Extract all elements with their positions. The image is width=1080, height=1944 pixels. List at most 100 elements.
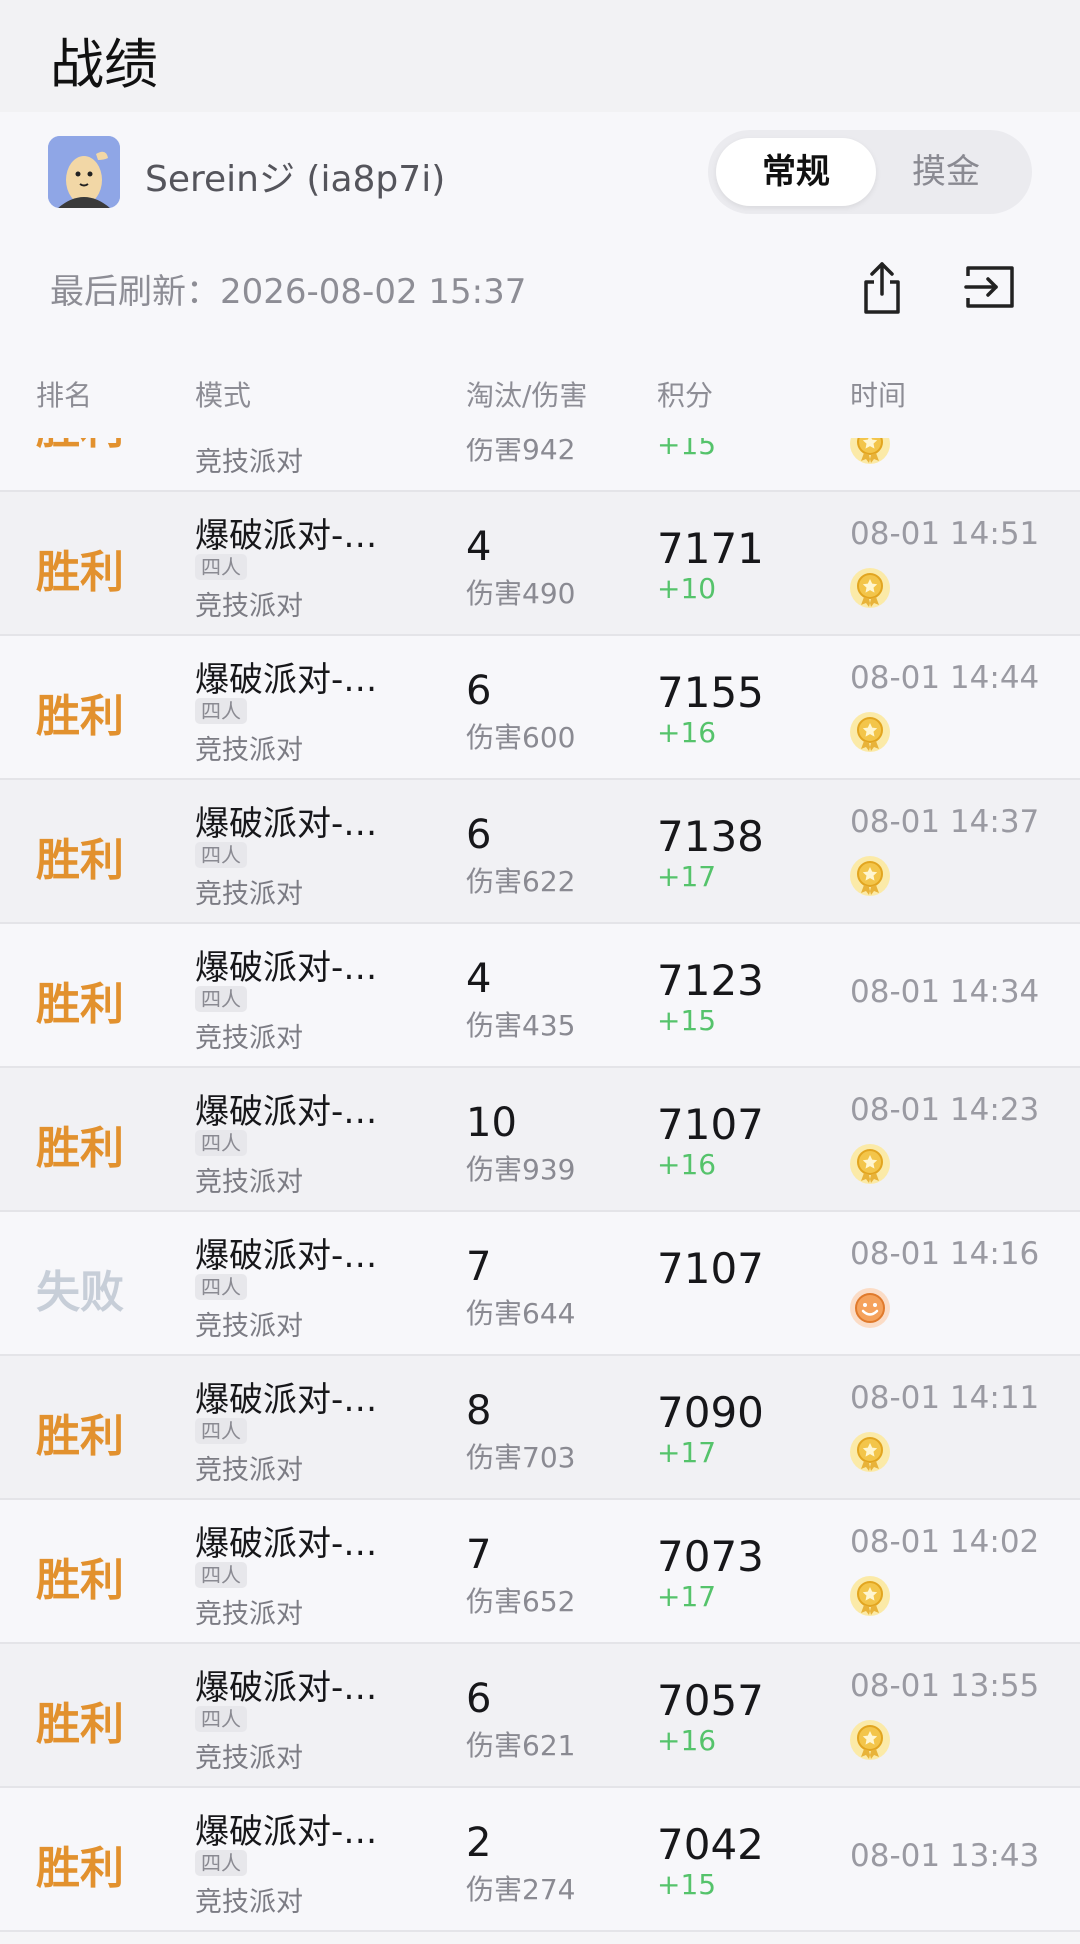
elimination-count: 4 (466, 524, 492, 570)
elimination-count: 7 (466, 1244, 492, 1290)
mode-name: 爆破派对-… (195, 1380, 378, 1420)
result-label: 胜利 (36, 691, 124, 742)
result-label: 胜利 (36, 1123, 124, 1174)
score-delta: +15 (657, 1004, 717, 1037)
profile-section: Sereinジ (ia8p7i) 常规 摸金 最后刷新：2026-08-02 1… (0, 112, 1080, 352)
mode-category: 竞技派对 (195, 1887, 303, 1918)
team-size-tag: 四人 (195, 986, 247, 1012)
medal-icon (848, 438, 892, 466)
result-label: 胜利 (36, 979, 124, 1030)
header-elim-damage: 淘汰/伤害 (466, 379, 588, 412)
damage-value: 伤害703 (466, 1441, 576, 1474)
table-row[interactable]: 胜利 爆破派对-… 四人 竞技派对 6 伤害622 7138 +17 08-01 14:37 (0, 780, 1080, 924)
match-time: 08-01 14:34 (850, 974, 1040, 1010)
tab-regular[interactable]: 常规 (716, 138, 876, 206)
table-row[interactable]: 失败 爆破派对-… 四人 竞技派对 7 伤害644 7107 08-01 14:16 (0, 1212, 1080, 1356)
exit-icon[interactable] (962, 262, 1016, 312)
table-row[interactable]: 胜利 爆破派对-… 四人 竞技派对 4 伤害435 7123 +15 08-01 14:34 (0, 924, 1080, 1068)
score-delta: +16 (657, 1148, 717, 1181)
result-label: 失败 (36, 1267, 124, 1318)
medal-icon (848, 854, 892, 898)
table-header: 排名 模式 淘汰/伤害 积分 时间 (0, 352, 1080, 438)
elimination-count: 6 (466, 668, 492, 714)
match-time: 08-01 14:02 (850, 1524, 1040, 1560)
result-label: 胜利 (36, 547, 124, 598)
page-title: 战绩 (50, 33, 158, 96)
header-mode: 模式 (195, 379, 252, 412)
mode-category: 竞技派对 (195, 447, 303, 478)
team-size-tag: 四人 (195, 1706, 247, 1732)
medal-icon (848, 566, 892, 610)
damage-value: 伤害621 (466, 1729, 576, 1762)
damage-value: 伤害644 (466, 1297, 576, 1330)
table-row[interactable]: 胜利 爆破派对-… 四人 竞技派对 2 伤害274 7042 +15 08-01 13:43 (0, 1788, 1080, 1932)
mode-category: 竞技派对 (195, 1311, 303, 1342)
tab-treasure[interactable]: 摸金 (866, 138, 1026, 206)
smiley-icon (848, 1286, 892, 1330)
medal-icon (848, 1574, 892, 1618)
match-time: 08-01 13:43 (850, 1838, 1040, 1874)
elimination-count: 6 (466, 812, 492, 858)
elimination-count: 2 (466, 1820, 492, 1866)
header-score: 积分 (657, 379, 714, 412)
score-delta: +10 (657, 572, 717, 605)
table-row[interactable]: 胜利 爆破派对-… 四人 竞技派对 7 伤害652 7073 +17 08-01 14:02 (0, 1500, 1080, 1644)
match-time: 08-01 14:23 (850, 1092, 1040, 1128)
damage-value: 伤害942 (466, 438, 576, 466)
score-delta: +15 (657, 1868, 717, 1901)
damage-value: 伤害939 (466, 1153, 576, 1186)
score-value: 7042 (657, 1820, 764, 1869)
match-time: 08-01 14:37 (850, 804, 1040, 840)
score-delta: +17 (657, 1580, 717, 1613)
team-size-tag: 四人 (195, 1850, 247, 1876)
score-value: 7090 (657, 1388, 764, 1437)
result-label: 胜利 (36, 438, 124, 456)
mode-category: 竞技派对 (195, 1743, 303, 1774)
avatar-icon[interactable] (48, 136, 120, 208)
score-value: 7171 (657, 524, 764, 573)
mode-name: 爆破派对-… (195, 804, 378, 844)
damage-value: 伤害622 (466, 865, 576, 898)
table-row[interactable]: 胜利 爆破派对-… 四人 竞技派对 6 伤害600 7155 +16 08-01 14:44 (0, 636, 1080, 780)
team-size-tag: 四人 (195, 842, 247, 868)
result-label: 胜利 (36, 835, 124, 886)
team-size-tag: 四人 (195, 1274, 247, 1300)
score-value: 7123 (657, 956, 764, 1005)
match-time: 08-01 14:11 (850, 1380, 1040, 1416)
last-refresh-text: 最后刷新：2026-08-02 15:37 (50, 272, 527, 312)
score-delta: +16 (657, 1724, 717, 1757)
match-list[interactable]: 胜利爆破派对-…四人竞技派对伤害942+15胜利爆破派对-…四人竞技派对4伤害4… (0, 438, 1080, 1944)
medal-icon (848, 1430, 892, 1474)
table-row[interactable]: 胜利 爆破派对-… 四人 竞技派对 6 伤害621 7057 +16 08-01 13:55 (0, 1644, 1080, 1788)
share-icon[interactable] (858, 258, 906, 318)
score-delta: +17 (657, 860, 717, 893)
match-time: 08-01 14:51 (850, 516, 1040, 552)
match-time: 08-01 14:44 (850, 660, 1040, 696)
table-row[interactable]: 胜利 爆破派对-… 四人 竞技派对 8 伤害703 7090 +17 08-01 14:11 (0, 1356, 1080, 1500)
medal-icon (848, 1718, 892, 1762)
result-label: 胜利 (36, 1555, 124, 1606)
result-label: 胜利 (36, 1843, 124, 1894)
team-size-tag: 四人 (195, 554, 247, 580)
mode-category: 竞技派对 (195, 735, 303, 766)
mode-segment-control: 常规 摸金 (708, 130, 1032, 214)
match-time: 08-01 13:55 (850, 1668, 1040, 1704)
elimination-count: 6 (466, 1676, 492, 1722)
mode-category: 竞技派对 (195, 1167, 303, 1198)
medal-icon (848, 710, 892, 754)
match-time: 08-01 14:16 (850, 1236, 1040, 1272)
mode-category: 竞技派对 (195, 591, 303, 622)
mode-name: 爆破派对-… (195, 1092, 378, 1132)
medal-icon (848, 1142, 892, 1186)
team-size-tag: 四人 (195, 698, 247, 724)
team-size-tag: 四人 (195, 1418, 247, 1444)
mode-category: 竞技派对 (195, 1599, 303, 1630)
score-delta: +15 (657, 438, 717, 461)
title-bar: 战绩 (0, 0, 1080, 112)
score-value: 7057 (657, 1676, 764, 1725)
table-row[interactable]: 胜利爆破派对-…四人竞技派对伤害942+15 (0, 438, 1080, 492)
mode-name: 爆破派对-… (195, 1668, 378, 1708)
table-row[interactable]: 胜利 爆破派对-… 四人 竞技派对 10 伤害939 7107 +16 08-01 14:23 (0, 1068, 1080, 1212)
damage-value: 伤害435 (466, 1009, 576, 1042)
table-row[interactable]: 胜利 爆破派对-… 四人 竞技派对 4 伤害490 7171 +10 08-01 14:51 (0, 492, 1080, 636)
